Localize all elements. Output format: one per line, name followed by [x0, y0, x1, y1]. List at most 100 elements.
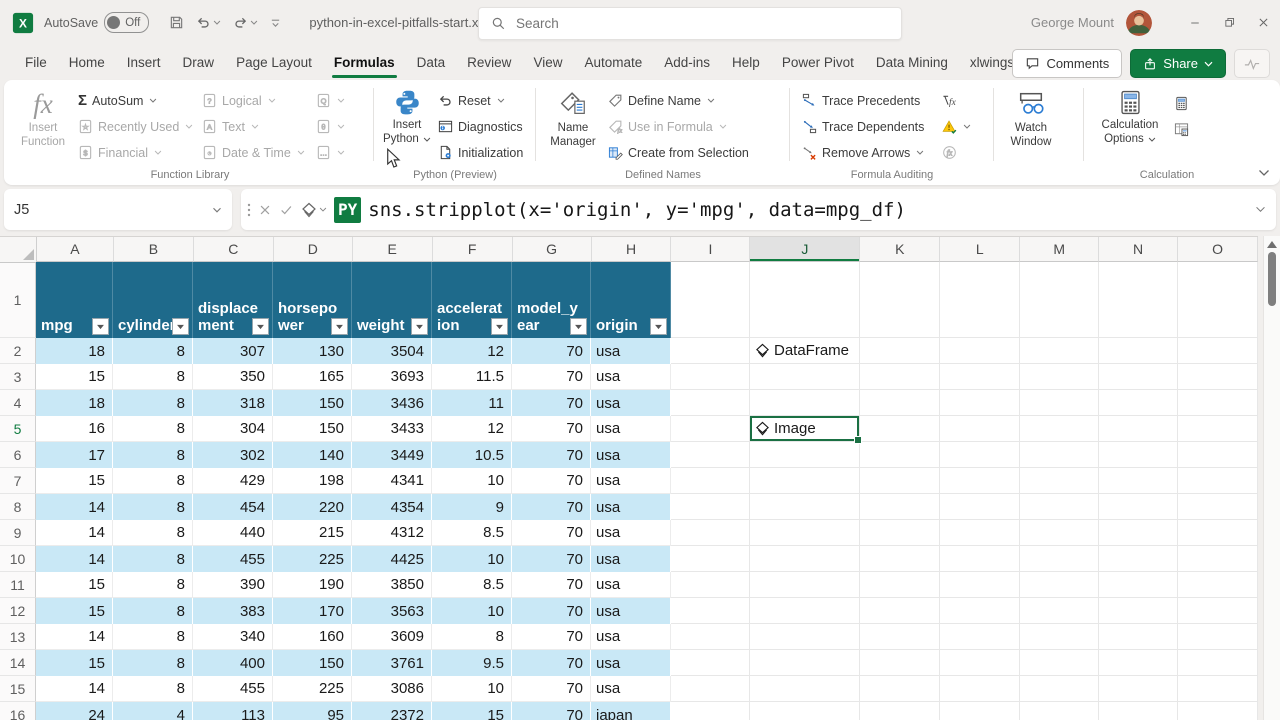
cell-O13[interactable]: [1178, 624, 1258, 650]
tab-page-layout[interactable]: Page Layout: [225, 47, 323, 78]
cell-O14[interactable]: [1178, 650, 1258, 676]
name-box[interactable]: J5: [4, 189, 232, 230]
row-header-13[interactable]: 13: [0, 624, 36, 650]
cell-C5[interactable]: 304: [193, 416, 273, 442]
cell-K12[interactable]: [860, 598, 940, 624]
cell-E2[interactable]: 3504: [352, 338, 432, 364]
cell-A15[interactable]: 14: [36, 676, 113, 702]
cell-M3[interactable]: [1020, 364, 1099, 390]
cell-I8[interactable]: [671, 494, 750, 520]
name-manager-button[interactable]: Name Manager: [544, 87, 602, 150]
cell-G9[interactable]: 70: [512, 520, 591, 546]
remove-arrows-button[interactable]: Remove Arrows: [798, 140, 936, 165]
cell-B9[interactable]: 8: [113, 520, 193, 546]
cell-G7[interactable]: 70: [512, 468, 591, 494]
tab-help[interactable]: Help: [721, 47, 771, 78]
cell-H7[interactable]: usa: [591, 468, 671, 494]
python-object-dataframe[interactable]: DataFrame: [750, 342, 849, 359]
cell-H15[interactable]: usa: [591, 676, 671, 702]
cell-K10[interactable]: [860, 546, 940, 572]
cell-B11[interactable]: 8: [113, 572, 193, 598]
tab-file[interactable]: File: [14, 47, 58, 78]
cell-J6[interactable]: [750, 442, 860, 468]
cell-M12[interactable]: [1020, 598, 1099, 624]
autosum-button[interactable]: Σ AutoSum: [74, 88, 196, 113]
calculate-now-button[interactable]: [1170, 91, 1193, 116]
cell-K5[interactable]: [860, 416, 940, 442]
cell-C10[interactable]: 455: [193, 546, 273, 572]
cell-I2[interactable]: [671, 338, 750, 364]
cell-N4[interactable]: [1099, 390, 1178, 416]
reset-button[interactable]: Reset: [434, 88, 527, 113]
row-header-4[interactable]: 4: [0, 390, 36, 416]
cell-H3[interactable]: usa: [591, 364, 671, 390]
user-name[interactable]: George Mount: [1031, 15, 1114, 30]
tab-power-pivot[interactable]: Power Pivot: [771, 47, 865, 78]
column-header-M[interactable]: M: [1020, 237, 1100, 262]
row-header-1[interactable]: 1: [0, 262, 36, 338]
cell-F10[interactable]: 10: [432, 546, 512, 572]
cell-B12[interactable]: 8: [113, 598, 193, 624]
watch-window-button[interactable]: Watch Window: [1002, 87, 1060, 150]
insert-function-button[interactable]: fx Insert Function: [14, 87, 72, 150]
lookup-reference-button[interactable]: Q: [312, 88, 352, 113]
cell-F7[interactable]: 10: [432, 468, 512, 494]
cell-M2[interactable]: [1020, 338, 1099, 364]
column-header-B[interactable]: B: [113, 237, 194, 262]
cell-E3[interactable]: 3693: [352, 364, 432, 390]
cell-J12[interactable]: [750, 598, 860, 624]
cell-L4[interactable]: [940, 390, 1020, 416]
cell-H2[interactable]: usa: [591, 338, 671, 364]
trace-precedents-button[interactable]: Trace Precedents: [798, 88, 936, 113]
cell-N8[interactable]: [1099, 494, 1178, 520]
python-output-type-icon[interactable]: [301, 202, 327, 218]
cell-K6[interactable]: [860, 442, 940, 468]
cell-O6[interactable]: [1178, 442, 1258, 468]
cell-J15[interactable]: [750, 676, 860, 702]
cell-K15[interactable]: [860, 676, 940, 702]
cell-C3[interactable]: 350: [193, 364, 273, 390]
cell-D12[interactable]: 170: [273, 598, 352, 624]
cell-C2[interactable]: 307: [193, 338, 273, 364]
row-header-5[interactable]: 5: [0, 416, 36, 442]
cell-K3[interactable]: [860, 364, 940, 390]
row-header-2[interactable]: 2: [0, 338, 36, 364]
row-header-3[interactable]: 3: [0, 364, 36, 390]
column-header-I[interactable]: I: [671, 237, 751, 262]
scroll-up-icon[interactable]: [1267, 241, 1277, 248]
close-button[interactable]: [1246, 0, 1280, 45]
cell-C12[interactable]: 383: [193, 598, 273, 624]
cell-C13[interactable]: 340: [193, 624, 273, 650]
cell-G14[interactable]: 70: [512, 650, 591, 676]
cell-A2[interactable]: 18: [36, 338, 113, 364]
cell-E9[interactable]: 4312: [352, 520, 432, 546]
cell-M8[interactable]: [1020, 494, 1099, 520]
cell-N12[interactable]: [1099, 598, 1178, 624]
column-header-A[interactable]: A: [36, 237, 114, 262]
filter-button[interactable]: [650, 318, 667, 335]
formula-text[interactable]: sns.stripplot(x='origin', y='mpg', data=…: [368, 199, 1248, 221]
cell-O10[interactable]: [1178, 546, 1258, 572]
cell-M10[interactable]: [1020, 546, 1099, 572]
tab-add-ins[interactable]: Add-ins: [653, 47, 721, 78]
cell-N2[interactable]: [1099, 338, 1178, 364]
cell-F15[interactable]: 10: [432, 676, 512, 702]
cell-G15[interactable]: 70: [512, 676, 591, 702]
cell-L9[interactable]: [940, 520, 1020, 546]
cell-O8[interactable]: [1178, 494, 1258, 520]
initialization-button[interactable]: Initialization: [434, 140, 527, 165]
share-button[interactable]: Share: [1130, 49, 1226, 78]
logical-button[interactable]: ? Logical: [198, 88, 310, 113]
column-header-C[interactable]: C: [193, 237, 274, 262]
cell-E1[interactable]: weight: [352, 262, 432, 338]
minimize-button[interactable]: [1178, 0, 1212, 45]
cell-G10[interactable]: 70: [512, 546, 591, 572]
cell-B4[interactable]: 8: [113, 390, 193, 416]
cell-N5[interactable]: [1099, 416, 1178, 442]
cell-N7[interactable]: [1099, 468, 1178, 494]
cell-E15[interactable]: 3086: [352, 676, 432, 702]
calculate-sheet-button[interactable]: [1170, 117, 1193, 142]
cell-C11[interactable]: 390: [193, 572, 273, 598]
cell-I10[interactable]: [671, 546, 750, 572]
column-header-D[interactable]: D: [273, 237, 353, 262]
